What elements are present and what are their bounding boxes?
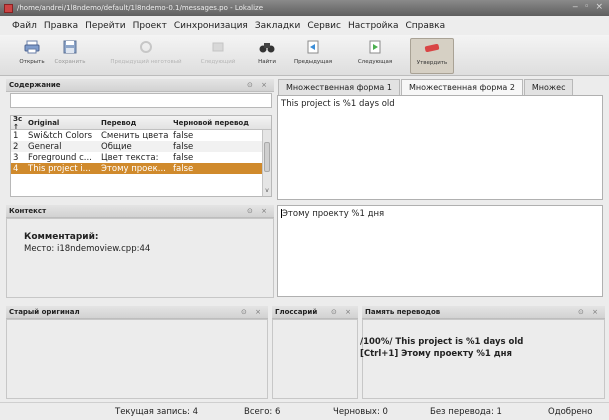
- save-icon: [61, 38, 79, 56]
- close-icon[interactable]: ×: [595, 2, 603, 12]
- app-icon: [4, 3, 13, 13]
- menu-edit[interactable]: Правка: [44, 21, 78, 31]
- menu-go[interactable]: Перейти: [85, 21, 126, 31]
- menu-settings[interactable]: Настройка: [348, 21, 399, 31]
- comment-label: Комментарий:: [24, 232, 99, 242]
- plural-tabs: Множественная форма 1 Множественная форм…: [278, 79, 574, 95]
- contents-table: Зс ↑ Original Перевод Черновой перевод 1…: [10, 115, 272, 197]
- tab-plural-1[interactable]: Множественная форма 1: [278, 79, 400, 95]
- contents-dock-controls[interactable]: ⊙ ×: [247, 79, 270, 92]
- window-title: /home/andrei/1l8ndemo/default/1l8ndemo-0…: [17, 4, 264, 12]
- table-row[interactable]: 3 Foreground c... Цвет текста: false: [11, 152, 271, 163]
- tm-title: Память переводов ⊙ ×: [362, 306, 605, 319]
- scrollbar-thumb[interactable]: [264, 142, 270, 172]
- table-row[interactable]: 2 General Общие false: [11, 141, 271, 152]
- table-row[interactable]: 1 Swi&tch Colors Сменить цвета false: [11, 130, 271, 141]
- next-fuzzy-button[interactable]: Следующий: [198, 38, 238, 74]
- old-original-dock-controls[interactable]: ⊙ ×: [241, 306, 264, 319]
- approve-icon: [423, 39, 441, 57]
- previous-button[interactable]: Предыдущая: [292, 38, 334, 74]
- status-total: Всего: 6: [244, 407, 281, 417]
- context-panel: [6, 218, 274, 298]
- toolbar: Открыть Сохранить Предыдущий неготовый С…: [0, 35, 609, 76]
- status-approved: Одобрено: [548, 407, 593, 417]
- status-fuzzy: Черновых: 0: [333, 407, 388, 417]
- save-button[interactable]: Сохранить: [55, 38, 85, 74]
- source-view[interactable]: This project is %1 days old: [277, 95, 603, 200]
- menu-file[interactable]: Файл: [12, 21, 37, 31]
- glossary-title: Глоссарий ⊙ ×: [272, 306, 358, 319]
- minimize-icon[interactable]: ‒: [572, 2, 578, 12]
- table-row-selected[interactable]: 4 This project i... Этому проек... false: [11, 163, 271, 174]
- glossary-panel: [272, 319, 358, 399]
- menu-tools[interactable]: Сервис: [307, 21, 341, 31]
- scroll-down-icon[interactable]: v: [263, 187, 271, 194]
- tab-plural-2[interactable]: Множественная форма 2: [400, 79, 523, 95]
- find-button[interactable]: Найти: [256, 38, 278, 74]
- previous-icon: [304, 38, 322, 56]
- contents-search-input[interactable]: [10, 93, 272, 108]
- menu-project[interactable]: Проект: [133, 21, 167, 31]
- tm-panel: [362, 319, 605, 399]
- menu-help[interactable]: Справка: [405, 21, 445, 31]
- tm-match-source[interactable]: /100%/ This project is %1 days old: [360, 337, 523, 347]
- statusbar: Текущая запись: 4 Всего: 6 Черновых: 0 Б…: [0, 402, 609, 420]
- maximize-icon[interactable]: ◦: [584, 2, 589, 12]
- target-text: Этому проекту %1 дня: [282, 209, 385, 219]
- tab-plural-3[interactable]: Множес: [523, 79, 574, 95]
- window-titlebar: /home/andrei/1l8ndemo/default/1l8ndemo-0…: [0, 0, 609, 16]
- window-controls: ‒ ◦ ×: [572, 2, 603, 12]
- tm-dock-controls[interactable]: ⊙ ×: [578, 306, 601, 319]
- contents-title: Содержание ⊙ ×: [6, 79, 274, 92]
- next-fuzzy-icon: [209, 38, 227, 56]
- approve-button[interactable]: Утвердить: [410, 38, 454, 74]
- printer-icon: [23, 38, 41, 56]
- next-icon: [366, 38, 384, 56]
- status-current: Текущая запись: 4: [115, 407, 199, 417]
- old-original-title: Старый оригинал ⊙ ×: [6, 306, 268, 319]
- menubar: Файл Правка Перейти Проект Синхронизация…: [0, 16, 609, 35]
- menu-sync[interactable]: Синхронизация: [174, 21, 248, 31]
- open-button[interactable]: Открыть: [18, 38, 46, 74]
- prev-fuzzy-icon: [137, 38, 155, 56]
- menu-bookmarks[interactable]: Закладки: [255, 21, 301, 31]
- glossary-dock-controls[interactable]: ⊙ ×: [331, 306, 354, 319]
- source-text: This project is %1 days old: [281, 99, 395, 109]
- prev-fuzzy-button[interactable]: Предыдущий неготовый: [110, 38, 182, 74]
- binoculars-icon: [258, 38, 276, 56]
- context-title: Контекст ⊙ ×: [6, 205, 274, 218]
- comment-place: Место: i18ndemoview.cpp:44: [24, 244, 151, 254]
- contents-scrollbar[interactable]: v: [262, 130, 271, 196]
- context-dock-controls[interactable]: ⊙ ×: [247, 205, 270, 218]
- next-button[interactable]: Следующая: [355, 38, 395, 74]
- tm-match-target[interactable]: [Ctrl+1] Этому проекту %1 дня: [360, 349, 512, 359]
- contents-header: Зс ↑ Original Перевод Черновой перевод: [11, 116, 271, 131]
- target-editor[interactable]: Этому проекту %1 дня: [277, 205, 603, 297]
- status-untranslated: Без перевода: 1: [430, 407, 502, 417]
- old-original-panel: [6, 319, 268, 399]
